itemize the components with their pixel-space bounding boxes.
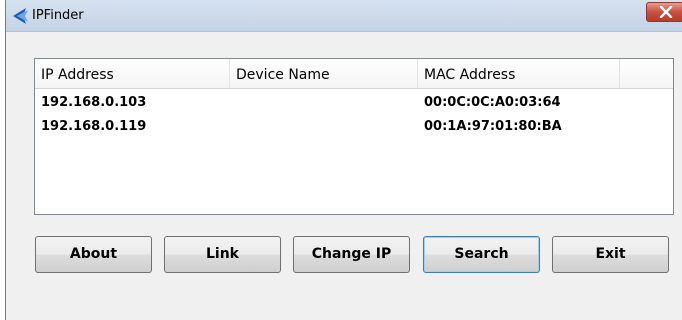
column-header-device-name[interactable]: Device Name — [230, 59, 418, 88]
about-button[interactable]: About — [35, 236, 152, 273]
column-header-mac-address[interactable]: MAC Address — [418, 59, 620, 88]
search-button[interactable]: Search — [423, 236, 540, 273]
ip-address-cell: 192.168.0.103 — [41, 95, 147, 110]
close-icon — [659, 6, 673, 18]
list-header: IP Address Device Name MAC Address — [35, 59, 673, 89]
table-row[interactable]: 192.168.0.119 00:1A:97:01:80:BA — [35, 115, 673, 139]
change-ip-button[interactable]: Change IP — [293, 236, 410, 273]
ip-address-cell: 192.168.0.119 — [41, 119, 147, 134]
link-button[interactable]: Link — [164, 236, 281, 273]
close-button[interactable] — [646, 2, 682, 22]
column-header-empty — [620, 59, 673, 88]
column-header-ip-address[interactable]: IP Address — [35, 59, 230, 88]
ipfinder-window: IPFinder IP Address Device Name MAC Addr… — [5, 0, 682, 320]
ipfinder-app-icon — [12, 7, 30, 25]
device-name-cell — [230, 115, 418, 139]
exit-button[interactable]: Exit — [552, 236, 669, 273]
device-list[interactable]: IP Address Device Name MAC Address 192.1… — [34, 58, 674, 215]
mac-address-cell: 00:1A:97:01:80:BA — [424, 119, 562, 134]
table-row[interactable]: 192.168.0.103 00:0C:0C:A0:03:64 — [35, 91, 673, 115]
mac-address-cell: 00:0C:0C:A0:03:64 — [424, 95, 561, 110]
title-bar[interactable]: IPFinder — [6, 0, 682, 32]
window-title: IPFinder — [32, 8, 84, 23]
device-name-cell — [230, 91, 418, 115]
